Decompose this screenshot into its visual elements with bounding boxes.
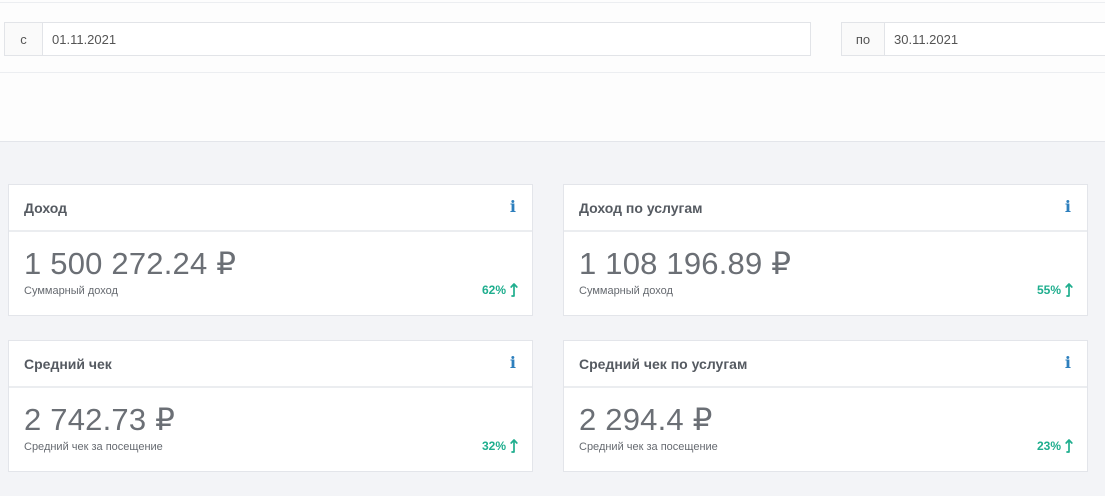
date-to-group: по xyxy=(841,22,1105,56)
arrow-up-icon xyxy=(510,439,518,453)
card-value: 2 294.4 ₽ xyxy=(579,402,713,437)
date-from-input[interactable] xyxy=(43,23,810,55)
date-to-label: по xyxy=(842,23,885,55)
average-check-card: Средний чек i 2 742.73 ₽ Средний чек за … xyxy=(8,340,533,472)
service-income-card: Доход по услугам i 1 108 196.89 ₽ Суммар… xyxy=(563,184,1088,316)
card-value: 1 108 196.89 ₽ xyxy=(579,246,792,281)
trend-badge: 55% xyxy=(1037,283,1073,297)
card-caption: Суммарный доход xyxy=(24,285,118,297)
arrow-up-icon xyxy=(1065,439,1073,453)
card-header: Доход по услугам i xyxy=(564,185,1087,232)
arrow-up-icon xyxy=(510,283,518,297)
card-header: Средний чек i xyxy=(9,341,532,388)
card-caption: Средний чек за посещение xyxy=(24,441,163,453)
divider xyxy=(0,72,1105,73)
card-title: Средний чек по услугам xyxy=(579,356,748,372)
card-title: Средний чек xyxy=(24,356,112,372)
trend-percent: 32% xyxy=(481,439,506,453)
filter-panel: с по xyxy=(0,0,1105,142)
info-icon[interactable]: i xyxy=(510,353,516,372)
trend-percent: 62% xyxy=(481,283,506,297)
info-icon[interactable]: i xyxy=(1065,197,1071,216)
info-icon[interactable]: i xyxy=(510,197,516,216)
card-title: Доход по услугам xyxy=(579,200,703,216)
trend-badge: 62% xyxy=(482,283,518,297)
trend-badge: 23% xyxy=(1037,439,1073,453)
card-caption: Средний чек за посещение xyxy=(579,441,718,453)
date-to-input[interactable] xyxy=(885,23,1105,55)
service-average-check-card: Средний чек по услугам i 2 294.4 ₽ Средн… xyxy=(563,340,1088,472)
card-header: Доход i xyxy=(9,185,532,232)
card-header: Средний чек по услугам i xyxy=(564,341,1087,388)
trend-percent: 55% xyxy=(1036,283,1061,297)
date-from-group: с xyxy=(4,22,811,56)
date-from-label: с xyxy=(5,23,43,55)
income-card: Доход i 1 500 272.24 ₽ Суммарный доход 6… xyxy=(8,184,533,316)
card-title: Доход xyxy=(24,200,68,216)
divider xyxy=(0,2,1105,3)
card-value: 2 742.73 ₽ xyxy=(24,402,176,437)
arrow-up-icon xyxy=(1065,283,1073,297)
info-icon[interactable]: i xyxy=(1065,353,1071,372)
card-caption: Суммарный доход xyxy=(579,285,673,297)
card-value: 1 500 272.24 ₽ xyxy=(24,246,237,281)
trend-percent: 23% xyxy=(1036,439,1061,453)
trend-badge: 32% xyxy=(482,439,518,453)
